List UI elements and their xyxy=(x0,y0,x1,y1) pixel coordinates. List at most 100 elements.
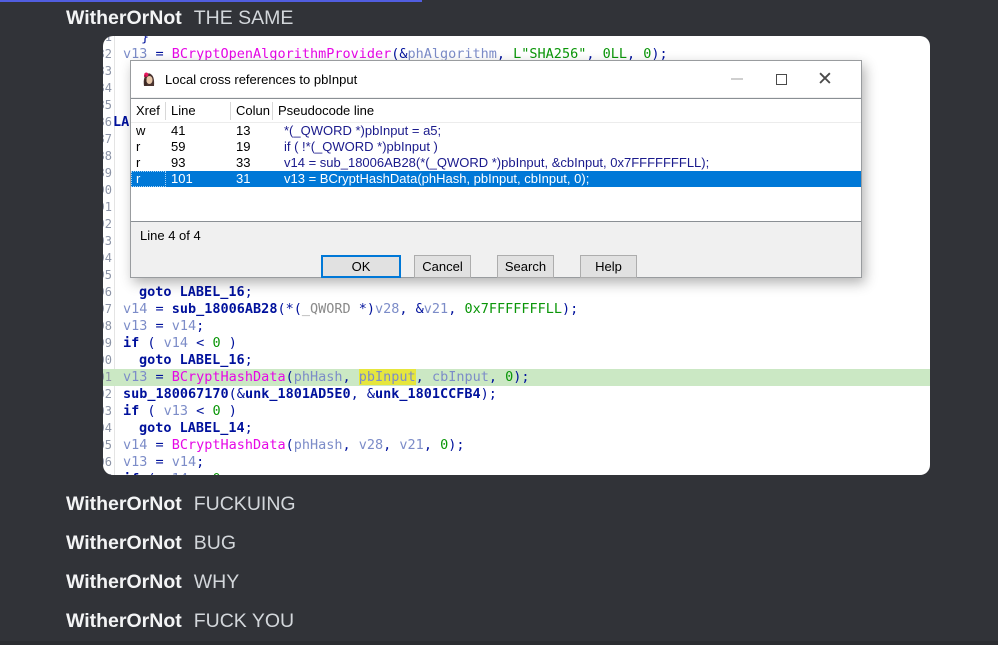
code-line: 105v14 = BCryptHashData(phHash, v28, v21… xyxy=(103,437,930,454)
chat-message: WitherOrNot FUCK YOU xyxy=(66,608,294,635)
maximize-icon xyxy=(776,74,787,85)
chat-message: WitherOrNotBUG xyxy=(66,530,236,557)
column-cell: 33 xyxy=(231,155,273,171)
code-text: v13 = BCryptHashData(phHash, pbInput, cb… xyxy=(123,369,530,386)
code-token: = xyxy=(147,454,171,470)
line-number: 82 xyxy=(103,46,112,63)
code-token: ); xyxy=(513,369,529,385)
highlighted-identifier: pbInput xyxy=(359,369,416,385)
minimize-icon xyxy=(731,78,743,80)
chat-message: WitherOrNot FUCKUING xyxy=(66,491,296,518)
line-cell: 41 xyxy=(166,123,231,139)
code-text: v13 = v14; xyxy=(123,454,204,471)
code-token: if xyxy=(123,403,139,419)
code-text: goto LABEL_14; xyxy=(139,420,253,437)
message-author[interactable]: WitherOrNot xyxy=(66,7,182,29)
message-text: FUCK YOU xyxy=(194,610,294,632)
line-count-status: Line 4 of 4 xyxy=(140,228,201,243)
code-token: 0x7FFFFFFFLL xyxy=(464,301,562,317)
line-number: 93 xyxy=(103,233,112,250)
xref-type-cell: w xyxy=(131,123,166,139)
line-number: 107 xyxy=(103,471,112,475)
message-author[interactable]: WitherOrNot xyxy=(66,610,182,632)
xref-list: XrefLineColunPseudocode line w4113 *(_QW… xyxy=(131,98,861,222)
pseudocode-cell: *(_QWORD *)pbInput = a5; xyxy=(273,123,861,139)
line-cell: 93 xyxy=(166,155,231,171)
line-number: 98 xyxy=(103,318,112,335)
code-token: (& xyxy=(229,386,245,402)
code-token: ; xyxy=(245,352,253,368)
ok-button[interactable]: OK xyxy=(321,255,401,278)
message-author[interactable]: WitherOrNot xyxy=(66,571,182,593)
code-text: if ( v13 < 0 ) xyxy=(123,403,237,420)
line-number: 104 xyxy=(103,420,112,437)
line-cell: 101 xyxy=(166,171,231,187)
line-number: 81 xyxy=(103,36,112,46)
code-token: unk_1801AD5E0 xyxy=(245,386,351,402)
code-token: < xyxy=(188,335,212,351)
code-text: sub_180067170(&unk_1801AD5E0, &unk_1801C… xyxy=(123,386,497,403)
message-author[interactable]: WitherOrNot xyxy=(66,493,182,515)
code-token: 0 xyxy=(440,437,448,453)
code-line: 102sub_180067170(&unk_1801AD5E0, &unk_18… xyxy=(103,386,930,403)
line-number: 99 xyxy=(103,335,112,352)
code-token: < xyxy=(188,403,212,419)
chat-message: WitherOrNotTHE SAME xyxy=(66,5,293,32)
line-number: 96 xyxy=(103,284,112,301)
code-text: goto LABEL_16; xyxy=(139,284,253,301)
xref-row[interactable]: r10131v13 = BCryptHashData(phHash, pbInp… xyxy=(131,171,861,187)
xref-row[interactable]: r5919if ( !*(_QWORD *)pbInput ) xyxy=(131,139,861,155)
code-token: , xyxy=(424,437,440,453)
column-header-line[interactable]: Line xyxy=(166,102,231,120)
column-header-colun[interactable]: Colun xyxy=(231,102,273,120)
code-token: 0 xyxy=(212,403,220,419)
code-token: ; xyxy=(196,454,204,470)
line-number: 90 xyxy=(103,182,112,199)
line-number: 101 xyxy=(103,369,112,386)
code-token: v28 xyxy=(359,437,383,453)
xref-dialog-titlebar[interactable]: Local cross references to pbInput ✕ xyxy=(131,61,861,97)
image-attachment-ida-screenshot[interactable]: 81}82v13 = BCryptOpenAlgorithmProvider(&… xyxy=(103,36,930,475)
code-token: cbInput xyxy=(432,369,489,385)
maximize-button[interactable] xyxy=(759,61,803,97)
code-token: BCryptHashData xyxy=(172,369,286,385)
line-number: 83 xyxy=(103,63,112,80)
xref-row[interactable]: r9333v14 = sub_18006AB28(*(_QWORD *)pbIn… xyxy=(131,155,861,171)
close-icon: ✕ xyxy=(817,70,833,89)
code-token: LABEL_16 xyxy=(180,284,245,300)
code-token: goto xyxy=(139,420,180,436)
code-token: v13 xyxy=(164,403,188,419)
line-number: 86 xyxy=(103,114,112,131)
column-header-pseudocode-line[interactable]: Pseudocode line xyxy=(273,102,861,120)
message-text: FUCKUING xyxy=(194,493,296,515)
column-header-xref[interactable]: Xref xyxy=(131,102,166,120)
line-number: 88 xyxy=(103,148,112,165)
code-token: = xyxy=(147,318,171,334)
ida-app-icon xyxy=(141,71,157,87)
line-number: 106 xyxy=(103,454,112,471)
code-token: v28 xyxy=(375,301,399,317)
code-token: *) xyxy=(351,301,375,317)
search-button[interactable]: Search xyxy=(497,255,554,278)
xref-row[interactable]: w4113 *(_QWORD *)pbInput = a5; xyxy=(131,123,861,139)
code-line: 81} xyxy=(103,36,930,46)
help-button[interactable]: Help xyxy=(580,255,637,278)
code-token: ); xyxy=(481,386,497,402)
line-number: 89 xyxy=(103,165,112,182)
code-token: sub_180067170 xyxy=(123,386,229,402)
code-line: 98 v13 = v14; xyxy=(103,318,930,335)
code-token: v14 xyxy=(172,454,196,470)
code-token: (*( xyxy=(277,301,301,317)
close-button[interactable]: ✕ xyxy=(803,61,847,97)
code-token: , xyxy=(383,437,399,453)
code-line: 104 goto LABEL_14; xyxy=(103,420,930,437)
code-text: v13 = v14; xyxy=(123,318,204,335)
cancel-button[interactable]: Cancel xyxy=(414,255,471,278)
pseudocode-cell: v13 = BCryptHashData(phHash, pbInput, cb… xyxy=(273,171,861,187)
code-token: _QWORD xyxy=(302,301,351,317)
xref-type-cell: r xyxy=(131,155,166,171)
message-author[interactable]: WitherOrNot xyxy=(66,532,182,554)
xref-type-cell: r xyxy=(131,139,166,155)
minimize-button[interactable] xyxy=(715,61,759,97)
code-token: , xyxy=(416,369,432,385)
